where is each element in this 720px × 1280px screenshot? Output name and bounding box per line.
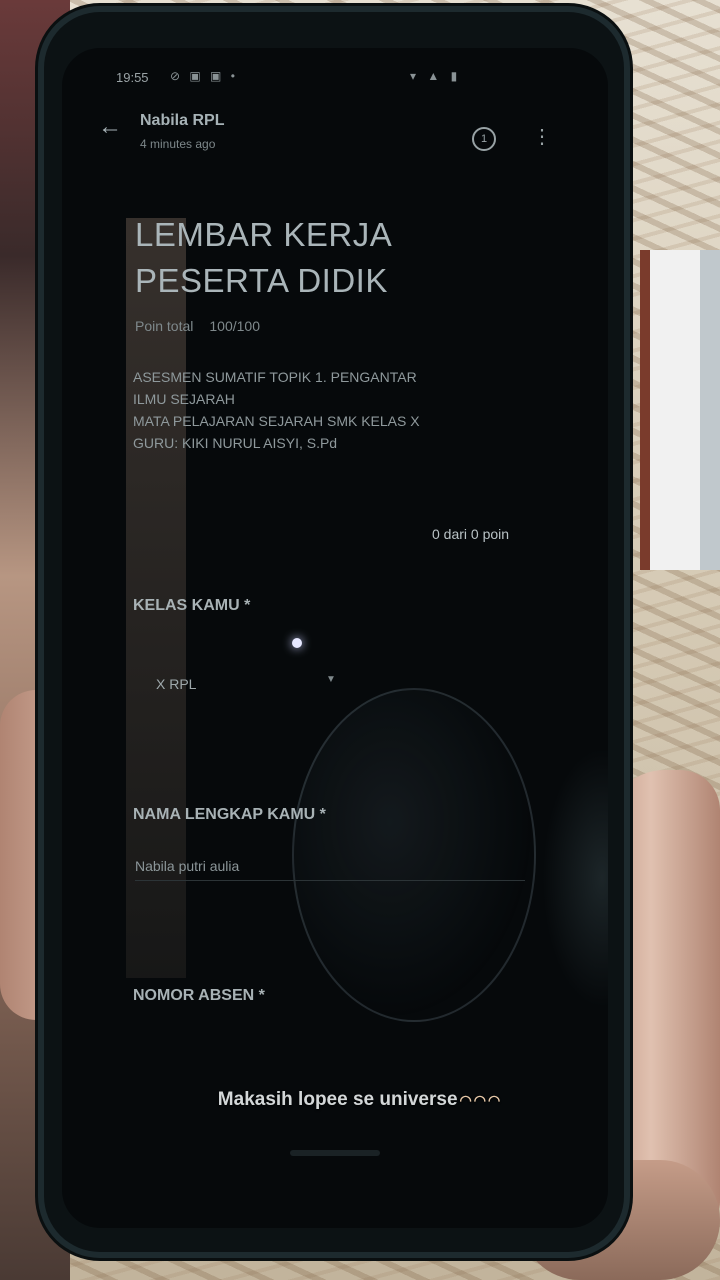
status-caption: Makasih lopee se universe ◠◠◠ <box>0 1089 720 1111</box>
score-badge: 0 dari 0 poin <box>432 526 510 542</box>
form-description: ASESMEN SUMATIF TOPIK 1. PENGANTAR ILMU … <box>133 366 533 454</box>
form-title-line-1: LEMBAR KERJA <box>135 216 393 253</box>
description-line: ILMU SEJARAH <box>133 391 235 407</box>
caption-text: Makasih lopee se universe <box>217 1089 458 1110</box>
back-arrow-icon[interactable]: ← <box>98 114 124 140</box>
question-name-label: NAMA LENGKAP KAMU * <box>133 806 326 823</box>
chevron-down-icon[interactable]: ▼ <box>326 674 336 685</box>
post-time: 4 minutes ago <box>140 137 216 151</box>
status-notification-icons: ⊘ ▣ ▣ • <box>170 69 238 83</box>
caption-emoji: ◠◠◠ <box>459 1092 503 1108</box>
more-options-icon[interactable]: ⋮ <box>532 126 552 148</box>
light-reflection <box>292 638 302 648</box>
screen-glare <box>292 688 536 1022</box>
description-line: MATA PELAJARAN SEJARAH SMK KELAS X <box>133 413 420 429</box>
view-once-icon[interactable]: 1 <box>472 127 496 151</box>
contact-name[interactable]: Nabila RPL <box>140 112 224 130</box>
form-title-line-2: PESERTA DIDIK <box>135 262 388 299</box>
name-answer: Nabila putri aulia <box>135 858 240 874</box>
class-select[interactable]: X RPL <box>156 676 196 692</box>
status-system-icons: ▾ ▲ ▮ <box>410 69 462 83</box>
description-line: ASESMEN SUMATIF TOPIK 1. PENGANTAR <box>133 369 417 385</box>
points-total: Poin total 100/100 <box>135 318 276 334</box>
home-indicator[interactable] <box>290 1150 380 1156</box>
screen-glare-right <box>542 748 608 1008</box>
question-number-label: NOMOR ABSEN * <box>133 987 265 1004</box>
description-line: GURU: KIKI NURUL AISYI, S.Pd <box>133 435 338 451</box>
points-label: Poin total <box>135 318 194 334</box>
background-right-panel <box>640 250 720 570</box>
form-title: LEMBAR KERJA PESERTA DIDIK <box>135 212 515 304</box>
question-class-label: KELAS KAMU * <box>133 597 251 614</box>
points-value: 100/100 <box>209 318 260 334</box>
answer-divider <box>135 880 525 881</box>
status-time: 19:55 <box>116 70 149 85</box>
